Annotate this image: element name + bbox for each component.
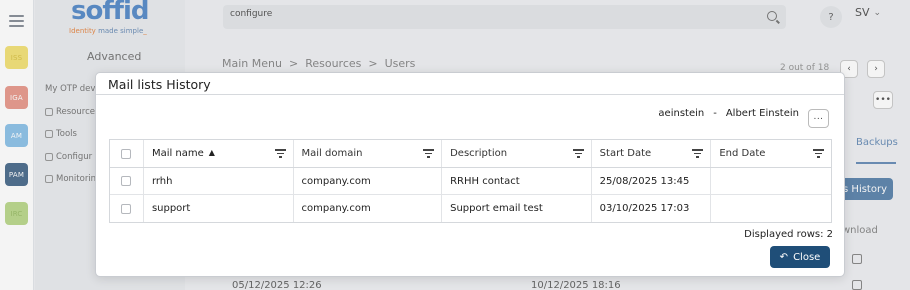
user-full-name: Albert Einstein: [725, 108, 799, 119]
row-checkbox[interactable]: [121, 203, 131, 214]
cell-mail-name: rrhh: [144, 168, 294, 194]
cell-start-date: 25/08/2025 13:45: [592, 168, 712, 194]
cell-mail-domain: company.com: [294, 195, 443, 222]
more-options-button[interactable]: ...: [808, 109, 829, 128]
mail-lists-table: Mail name ▲ Mail domain Description Start…: [109, 139, 832, 223]
filter-icon[interactable]: [813, 149, 825, 158]
table-header-row: Mail name ▲ Mail domain Description Start…: [110, 140, 831, 168]
sort-ascending-icon: ▲: [208, 148, 215, 157]
cell-description: Support email test: [442, 195, 592, 222]
filter-icon[interactable]: [692, 149, 704, 158]
cell-start-date: 03/10/2025 17:03: [592, 195, 712, 222]
table-row[interactable]: rrhh company.com RRHH contact 25/08/2025…: [110, 168, 831, 195]
row-select-cell: [110, 195, 144, 222]
row-checkbox[interactable]: [121, 176, 131, 186]
column-header-start-date[interactable]: Start Date: [592, 140, 712, 167]
close-button-label: Close: [793, 251, 821, 263]
cell-description: RRHH contact: [442, 168, 592, 194]
filter-icon[interactable]: [274, 149, 286, 158]
select-all-checkbox[interactable]: [121, 148, 131, 159]
cell-mail-name: support: [144, 195, 294, 222]
dialog-title: Mail lists History: [108, 77, 211, 92]
select-all-cell: [110, 140, 144, 167]
column-header-description[interactable]: Description: [442, 140, 592, 167]
cell-mail-domain: company.com: [294, 168, 443, 194]
filter-icon[interactable]: [572, 149, 584, 158]
cell-end-date: [711, 168, 831, 194]
column-label: End Date: [719, 148, 766, 159]
undo-arrow-icon: ↶: [779, 251, 789, 263]
user-identity: aeinstein - Albert Einstein: [658, 108, 799, 119]
row-select-cell: [110, 168, 144, 194]
column-label: Description: [450, 148, 508, 159]
close-button[interactable]: ↶ Close: [770, 246, 830, 268]
column-header-mail-name[interactable]: Mail name ▲: [144, 140, 294, 167]
column-header-end-date[interactable]: End Date: [711, 140, 831, 167]
column-label: Mail domain: [301, 148, 363, 159]
user-id: aeinstein: [658, 108, 705, 119]
user-separator: -: [713, 108, 717, 119]
filter-icon[interactable]: [423, 149, 435, 158]
dialog-divider: [96, 94, 844, 95]
cell-end-date: [711, 195, 831, 222]
mail-lists-history-dialog: Mail lists History aeinstein - Albert Eins…: [95, 72, 845, 277]
column-label: Mail name: [151, 148, 204, 159]
table-row[interactable]: support company.com Support email test 0…: [110, 195, 831, 222]
displayed-rows-count: Displayed rows: 2: [744, 229, 833, 240]
column-label: Start Date: [599, 148, 652, 159]
column-header-mail-domain[interactable]: Mail domain: [294, 140, 443, 167]
